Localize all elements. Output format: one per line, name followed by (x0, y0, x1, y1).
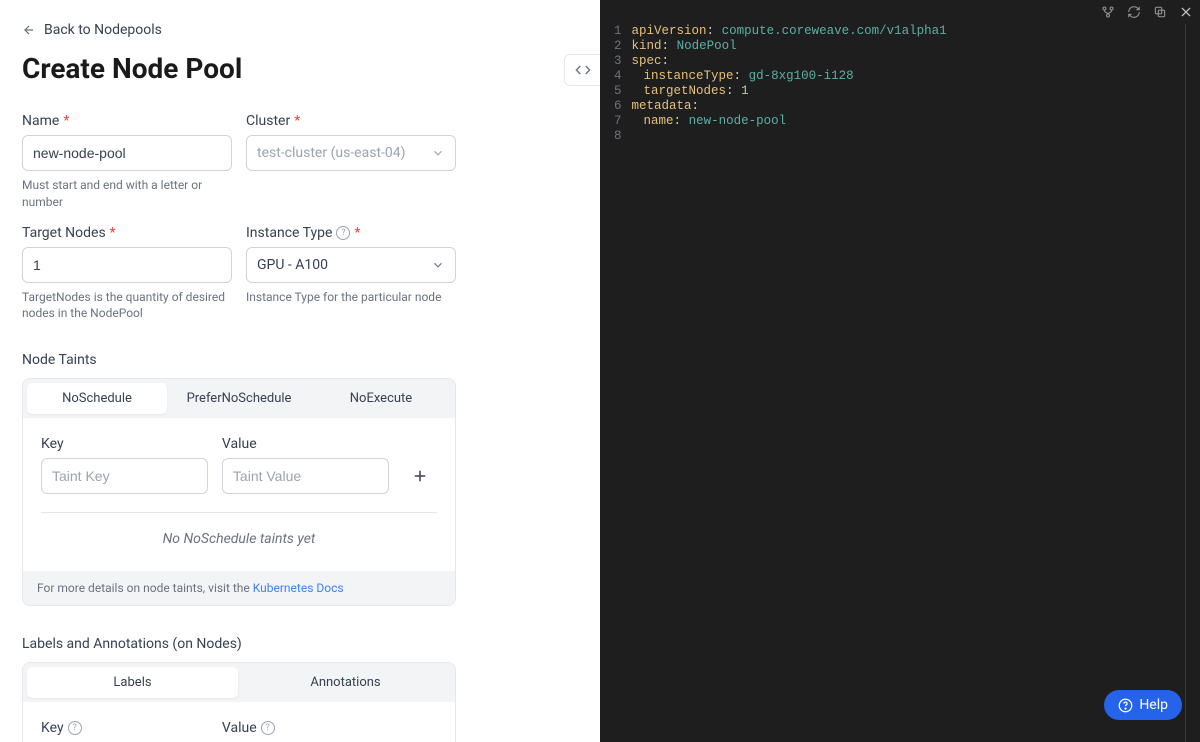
back-link-label: Back to Nodepools (44, 22, 162, 38)
name-helper: Must start and end with a letter or numb… (22, 177, 232, 211)
copy-icon[interactable] (1152, 4, 1168, 20)
instance-type-select[interactable]: GPU - A100 (246, 247, 456, 283)
arrow-left-icon (22, 23, 36, 37)
cluster-select[interactable]: test-cluster (us-east-04) (246, 135, 456, 171)
target-nodes-input[interactable] (22, 247, 232, 283)
taint-value-label: Value (222, 436, 389, 452)
chevron-down-icon (431, 146, 445, 160)
taint-value-input[interactable] (222, 458, 389, 494)
back-link[interactable]: Back to Nodepools (22, 22, 162, 38)
line-numbers: 12345678 (600, 24, 632, 144)
taint-key-input[interactable] (41, 458, 208, 494)
name-input[interactable] (22, 135, 232, 171)
label-value-label: Value ? (222, 720, 389, 736)
branch-icon[interactable] (1100, 4, 1116, 20)
instance-type-label: Instance Type ? * (246, 225, 456, 241)
labels-panel: Labels Annotations Key ? Value ? (22, 662, 456, 742)
chevron-down-icon (431, 258, 445, 272)
label-key-label: Key ? (41, 720, 208, 736)
labels-section-label: Labels and Annotations (on Nodes) (22, 636, 578, 652)
labels-tabs: Labels Annotations (23, 663, 455, 702)
taints-empty-text: No NoSchedule taints yet (41, 527, 437, 553)
name-label: Name* (22, 113, 232, 129)
help-icon[interactable]: ? (68, 721, 82, 735)
instance-type-helper: Instance Type for the particular node (246, 289, 456, 306)
yaml-code[interactable]: apiVersion: compute.coreweave.com/v1alph… (632, 24, 957, 144)
yaml-pane: 12345678 apiVersion: compute.coreweave.c… (600, 0, 1200, 742)
target-nodes-label: Target Nodes* (22, 225, 232, 241)
cluster-label: Cluster* (246, 113, 456, 129)
refresh-icon[interactable] (1126, 4, 1142, 20)
help-button[interactable]: Help (1104, 690, 1182, 720)
plus-icon (411, 467, 429, 485)
taints-footer: For more details on node taints, visit t… (23, 571, 455, 605)
taints-tabs: NoSchedule PreferNoSchedule NoExecute (23, 379, 455, 418)
add-taint-button[interactable] (403, 458, 437, 494)
page-title: Create Node Pool (22, 52, 578, 85)
help-icon[interactable]: ? (336, 226, 350, 240)
help-icon[interactable]: ? (261, 721, 275, 735)
taints-panel: NoSchedule PreferNoSchedule NoExecute Ke… (22, 378, 456, 606)
close-icon[interactable] (1178, 4, 1194, 20)
editor-toolbar (1100, 4, 1194, 20)
target-nodes-helper: TargetNodes is the quantity of desired n… (22, 289, 232, 323)
tab-labels[interactable]: Labels (27, 667, 238, 698)
taint-key-label: Key (41, 436, 208, 452)
tab-prefernoschedule[interactable]: PreferNoSchedule (169, 383, 309, 414)
tab-noschedule[interactable]: NoSchedule (27, 383, 167, 414)
code-panel-toggle[interactable] (564, 54, 600, 86)
code-icon (575, 62, 591, 78)
form-pane: Back to Nodepools Create Node Pool Name*… (0, 0, 600, 742)
tab-annotations[interactable]: Annotations (240, 667, 451, 698)
question-icon (1118, 698, 1133, 713)
tab-noexecute[interactable]: NoExecute (311, 383, 451, 414)
taints-section-label: Node Taints (22, 352, 578, 368)
kubernetes-docs-link[interactable]: Kubernetes Docs (253, 581, 344, 595)
